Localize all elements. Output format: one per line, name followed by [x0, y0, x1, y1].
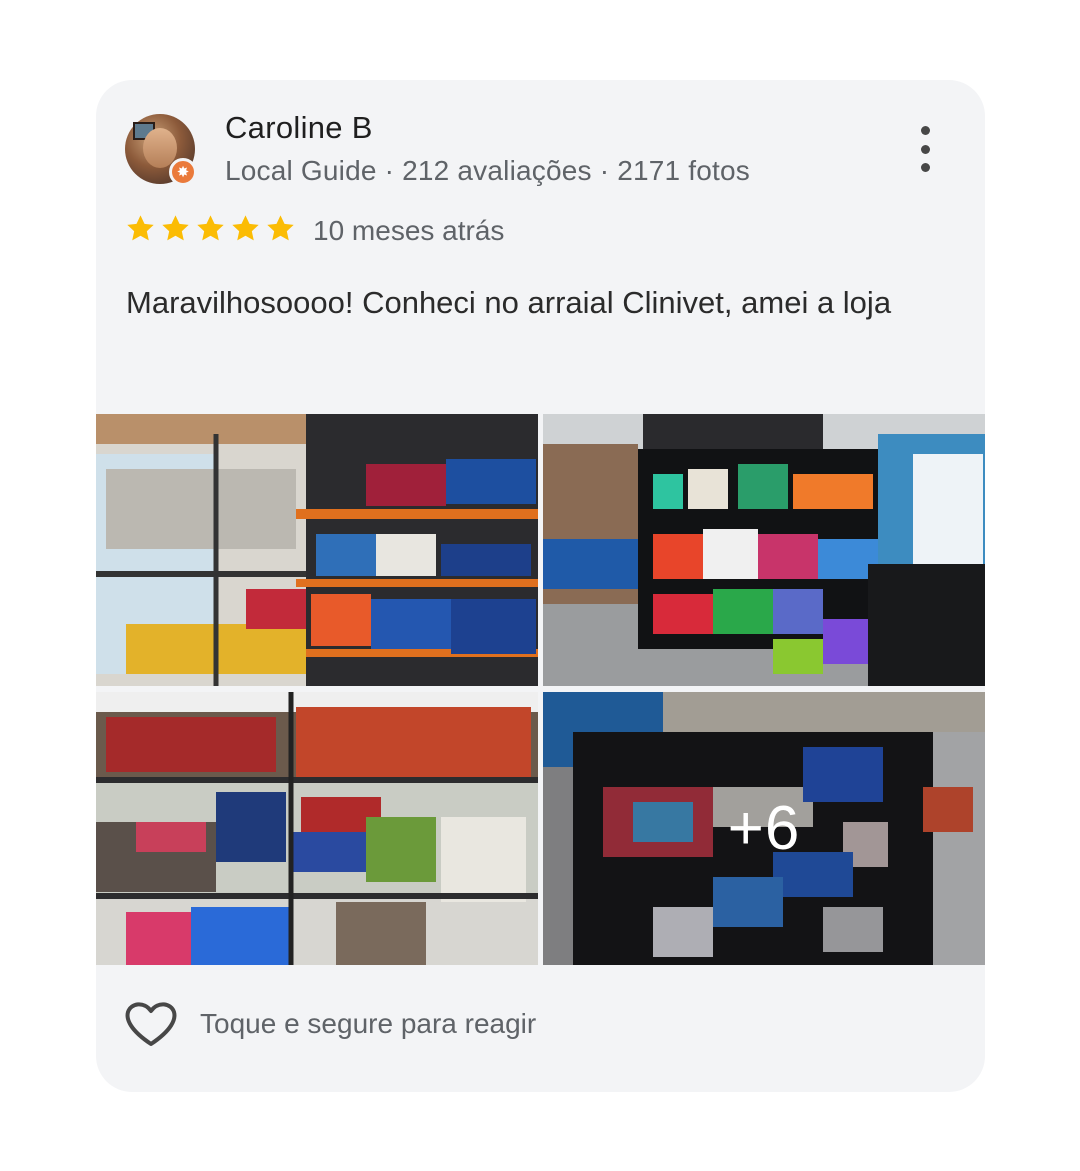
- star-icon: [197, 215, 224, 241]
- avatar[interactable]: ✸: [125, 114, 197, 186]
- react-button[interactable]: Toque e segure para reagir: [124, 1000, 536, 1048]
- star-icon: [162, 215, 189, 241]
- react-label: Toque e segure para reagir: [200, 1008, 537, 1039]
- review-time: 10 meses atrás: [313, 215, 505, 246]
- local-guide-badge-icon: ✸: [169, 158, 197, 186]
- author-name[interactable]: Caroline B: [225, 110, 373, 146]
- review-photo-more[interactable]: +6: [543, 692, 985, 965]
- review-photo[interactable]: [543, 414, 985, 686]
- review-text: Maravilhosoooo! Conheci no arraial Clini…: [126, 285, 892, 320]
- heart-outline-icon: [125, 1002, 177, 1046]
- author-meta: Local Guide · 212 avaliações · 2171 foto…: [225, 155, 750, 186]
- star-rating: [125, 213, 296, 244]
- star-icon: [267, 215, 294, 241]
- star-icon: [232, 215, 259, 241]
- review-photo[interactable]: [96, 692, 538, 965]
- photo-grid: +6: [96, 414, 985, 965]
- more-options-icon[interactable]: [910, 126, 940, 172]
- star-icon: [127, 215, 154, 241]
- review-photo[interactable]: [96, 414, 538, 686]
- more-photos-count: +6: [543, 692, 985, 965]
- review-card: ✸ Caroline B Local Guide · 212 avaliaçõe…: [96, 80, 985, 1092]
